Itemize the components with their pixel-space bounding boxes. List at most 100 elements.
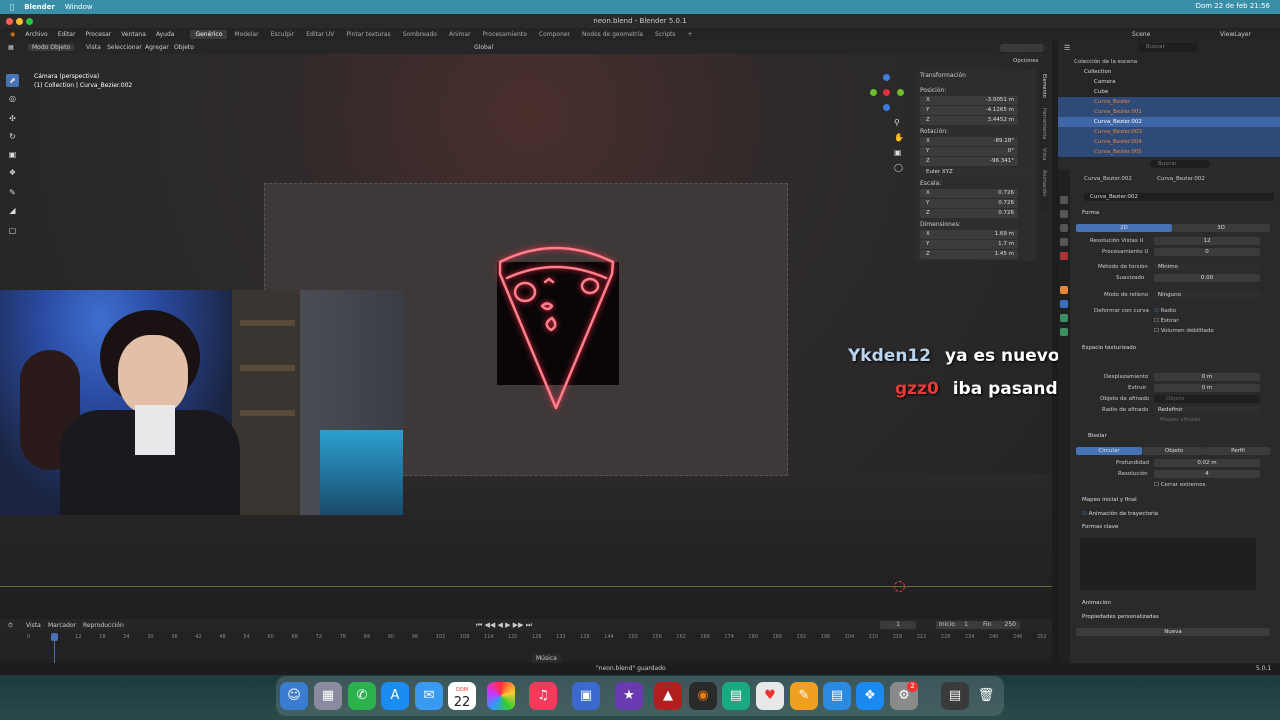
rotate-tool-icon[interactable]: ↻ (6, 130, 19, 143)
minimize-window-button[interactable] (16, 18, 23, 25)
dim-x-field[interactable]: X 1.69 m (920, 230, 1018, 239)
transform-tool-icon[interactable]: ❖ (6, 166, 19, 179)
fill-mode-select[interactable]: Ninguno (1154, 291, 1260, 299)
playback-controls[interactable]: ⏮ ◀◀ ◀ ▶ ▶▶ ⏭ (476, 621, 532, 630)
scale-x-field[interactable]: X 0.726 (920, 189, 1018, 198)
stretch-checkbox[interactable]: ☐ Estirar (1154, 318, 1179, 324)
smooth-field[interactable]: 0.00 (1154, 274, 1260, 282)
menubar-window[interactable]: Window (65, 3, 93, 11)
bevel-depth-field[interactable]: 0.02 m (1154, 459, 1260, 467)
tab-modelar[interactable]: Modelar (229, 30, 263, 39)
rot-z-field[interactable]: Z -96.341° (920, 157, 1018, 166)
bevel-profile-button[interactable]: Perfil (1206, 447, 1270, 455)
tab-animacion[interactable]: Animación (1041, 170, 1047, 196)
tab-vista[interactable]: Vista (1041, 148, 1047, 160)
playhead-marker[interactable] (51, 633, 58, 641)
rot-y-field[interactable]: Y 0° (920, 147, 1018, 156)
scale-tool-icon[interactable]: ▣ (6, 148, 19, 161)
dim-y-field[interactable]: Y 1.7 m (920, 240, 1018, 249)
pos-z-field[interactable]: Z 3.4452 m (920, 116, 1018, 125)
mode-selector[interactable]: Modo Objeto (28, 44, 75, 51)
zoom-icon[interactable]: ⚲ (894, 115, 904, 130)
whatsapp-icon[interactable]: ✆ (348, 682, 376, 710)
radius-checkbox[interactable]: ☑ Radio (1154, 308, 1176, 314)
timeline-menu-vista[interactable]: Vista (26, 622, 41, 629)
keynote-icon[interactable]: ▤ (823, 682, 851, 710)
pos-x-field[interactable]: X -3.0051 m (920, 96, 1018, 105)
roblox-icon[interactable]: ▣ (572, 682, 600, 710)
downloads-stack-icon[interactable]: ▤ (941, 682, 969, 710)
tab-animar[interactable]: Animar (444, 30, 476, 39)
outliner-item-collection[interactable]: Collection (1058, 67, 1280, 77)
timeline-menu-marcador[interactable]: Marcador (48, 622, 76, 629)
scale-y-field[interactable]: Y 0.726 (920, 199, 1018, 208)
transform-orientation-selector[interactable]: Global (474, 44, 493, 51)
safari-icon[interactable]: ❖ (856, 682, 884, 710)
imovie-icon[interactable]: ★ (615, 682, 643, 710)
move-tool-icon[interactable]: ✣ (6, 112, 19, 125)
section-texture-space[interactable]: Espacio texturizado (1082, 345, 1136, 351)
transform-header[interactable]: Transformación (920, 72, 966, 79)
menu-procesar[interactable]: Procesar (85, 31, 111, 38)
bevel-object-button[interactable]: Objeto (1142, 447, 1206, 455)
outliner-editor-icon[interactable]: ☰ (1064, 44, 1070, 52)
tab-elemento[interactable]: Elemento (1041, 74, 1047, 98)
timeline-editor-icon[interactable]: ⏱ (8, 622, 13, 630)
menu-vista[interactable]: Vista (86, 44, 101, 51)
app-store-icon[interactable]: A (381, 682, 409, 710)
taper-map-checkbox[interactable]: Mapeo afinado (1160, 417, 1201, 423)
curve-3d-button[interactable]: 3D (1172, 224, 1270, 232)
cursor-tool-icon[interactable]: ◎ (6, 92, 19, 105)
add-workspace-button[interactable]: + (683, 30, 698, 39)
zoom-window-button[interactable] (26, 18, 33, 25)
camera-view-icon[interactable]: ▣ (894, 145, 904, 160)
resolution-u-field[interactable]: 12 (1154, 237, 1260, 245)
photos-icon[interactable] (487, 682, 515, 710)
outliner-item-curva-bezier-001[interactable]: Curva_Bezier.001 (1058, 107, 1280, 117)
tool-tab-icon[interactable] (1060, 196, 1068, 204)
menu-ayuda[interactable]: Ayuda (156, 31, 175, 38)
menu-agregar[interactable]: Agregar (145, 44, 169, 51)
blender-dock-icon[interactable]: ◉ (689, 682, 717, 710)
menubar-app[interactable]: Blender (24, 3, 55, 11)
red-app-icon[interactable]: ▲ (654, 682, 682, 710)
rot-x-field[interactable]: X -89.18° (920, 137, 1018, 146)
tab-componer[interactable]: Componer (534, 30, 575, 39)
bevel-resolution-field[interactable]: 4 (1154, 470, 1260, 478)
viewlayer-selector[interactable]: ViewLayer (1220, 31, 1251, 38)
render-tab-icon[interactable] (1060, 210, 1068, 218)
extrude-field[interactable]: 0 m (1154, 384, 1260, 392)
editor-type-icon[interactable]: ▦ (8, 44, 14, 51)
outliner-scene-collection[interactable]: Colección de la escena (1058, 57, 1280, 67)
calendar-icon[interactable]: DOM 22 (448, 682, 476, 710)
modifier-tab-icon[interactable] (1060, 300, 1068, 308)
tab-herramienta[interactable]: Herramienta (1041, 108, 1047, 139)
section-path-animation[interactable]: ☑ Animación de trayectoria (1082, 511, 1158, 517)
hand-pan-icon[interactable]: ✋ (894, 130, 904, 145)
scene-tab-icon[interactable] (1060, 252, 1068, 260)
fill-caps-checkbox[interactable]: ☐ Volumen debilitado (1154, 328, 1214, 334)
scene-selector[interactable]: Scene (1132, 31, 1150, 38)
properties-search[interactable]: Buscar (1150, 160, 1210, 168)
scale-z-field[interactable]: Z 0.726 (920, 209, 1018, 218)
outliner-item-curva-bezier-002[interactable]: Curva_Bezier.002 (1058, 117, 1280, 127)
add-cube-tool-icon[interactable]: ▢ (6, 224, 19, 237)
menu-objeto[interactable]: Objeto (174, 44, 194, 51)
end-frame-field[interactable]: Fin 250 (980, 621, 1020, 629)
section-forma[interactable]: Forma (1082, 210, 1099, 216)
blender-logo-icon[interactable]: ◉ (10, 31, 15, 38)
taper-radius-select[interactable]: Redefinir (1154, 406, 1260, 414)
music-icon[interactable]: ♫ (529, 682, 557, 710)
view-layer-tab-icon[interactable] (1060, 238, 1068, 246)
tab-pintar-texturas[interactable]: Pintar texturas (341, 30, 395, 39)
trash-icon[interactable]: 🗑 (972, 682, 1000, 710)
outliner-item-curva-bezier-005[interactable]: Curva_Bezier.005 (1058, 147, 1280, 157)
tab-sombreado[interactable]: Sombreado (398, 30, 442, 39)
menubar-clock[interactable]: Dom 22 de feb 21:56 (1196, 2, 1270, 10)
outliner-item-camera[interactable]: Camera (1058, 77, 1280, 87)
options-dropdown[interactable]: Opciones (1013, 58, 1038, 64)
offset-field[interactable]: 0 m (1154, 373, 1260, 381)
section-shape-keys[interactable]: Formas clave (1082, 524, 1118, 530)
freeform-icon[interactable]: ♥ (756, 682, 784, 710)
terminal-like-icon[interactable]: ▤ (722, 682, 750, 710)
